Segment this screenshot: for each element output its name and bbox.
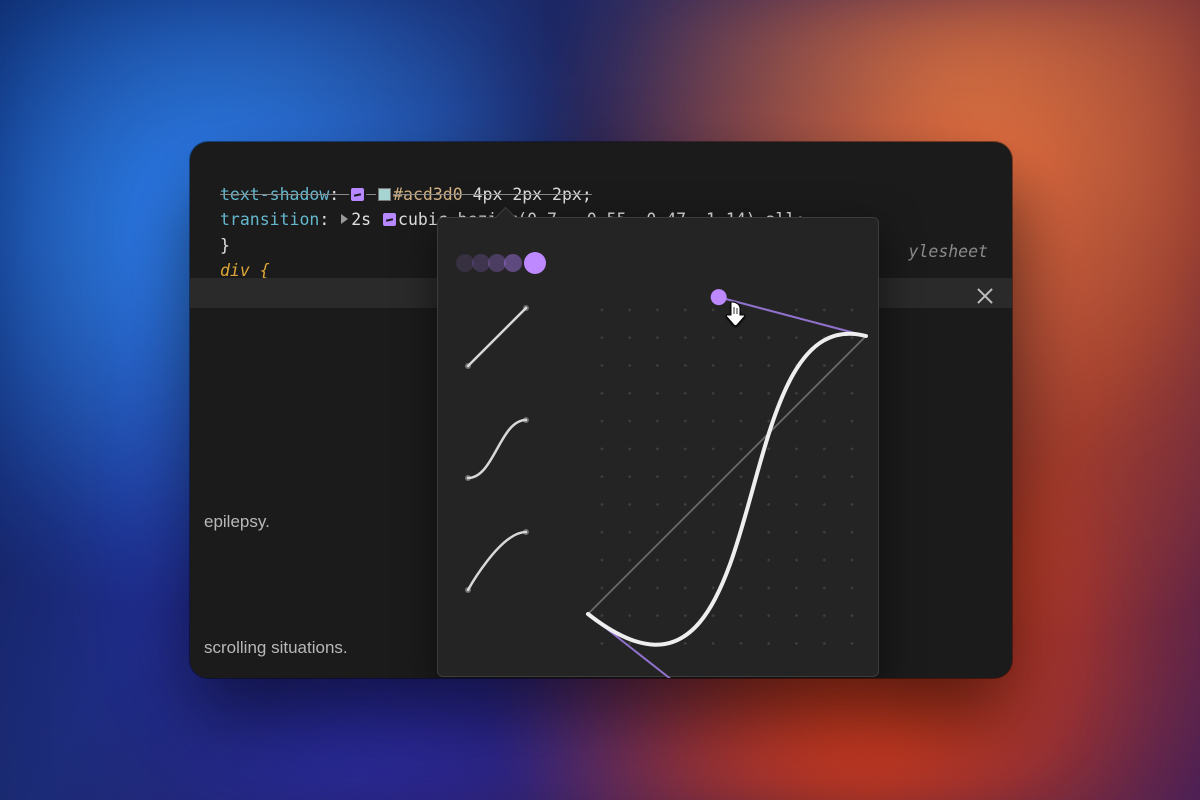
- page-text-scrolling: scrolling situations.: [190, 638, 348, 658]
- preview-ball-icon: [524, 252, 546, 274]
- enable-checkbox-icon[interactable]: [351, 188, 364, 201]
- rule-close-brace: }: [220, 236, 230, 255]
- preview-ghost-dot: [504, 254, 522, 272]
- page-text-epilepsy: epilepsy.: [190, 512, 270, 532]
- css-property-transition[interactable]: transition: [220, 210, 319, 229]
- close-icon[interactable]: [976, 287, 994, 305]
- text-shadow-color-value[interactable]: #acd3d0: [393, 185, 463, 204]
- bezier-preset-linear[interactable]: [462, 302, 532, 372]
- bezier-preset-ease-in-out[interactable]: [462, 414, 532, 484]
- expand-triangle-icon[interactable]: [341, 214, 348, 224]
- css-property-text-shadow[interactable]: text-shadow: [220, 185, 329, 204]
- bezier-preset-ease-out[interactable]: [462, 526, 532, 596]
- color-swatch-icon[interactable]: [378, 188, 391, 201]
- bezier-preview-track: [456, 252, 546, 276]
- bezier-handle-p2[interactable]: [711, 289, 727, 305]
- bezier-editor-toggle-icon[interactable]: [383, 213, 396, 226]
- bezier-preset-list: [462, 294, 572, 666]
- devtools-panel: text-shadow: #acd3d0 4px 2px 2px; transi…: [190, 142, 1012, 678]
- bezier-curve-canvas[interactable]: [588, 296, 866, 656]
- text-shadow-offsets[interactable]: 4px 2px 2px;: [473, 185, 592, 204]
- bezier-curve-svg[interactable]: [588, 296, 866, 656]
- transition-duration[interactable]: 2s: [351, 210, 371, 229]
- stylesheet-source-link[interactable]: ylesheet: [909, 242, 988, 261]
- cubic-bezier-editor: [437, 217, 879, 677]
